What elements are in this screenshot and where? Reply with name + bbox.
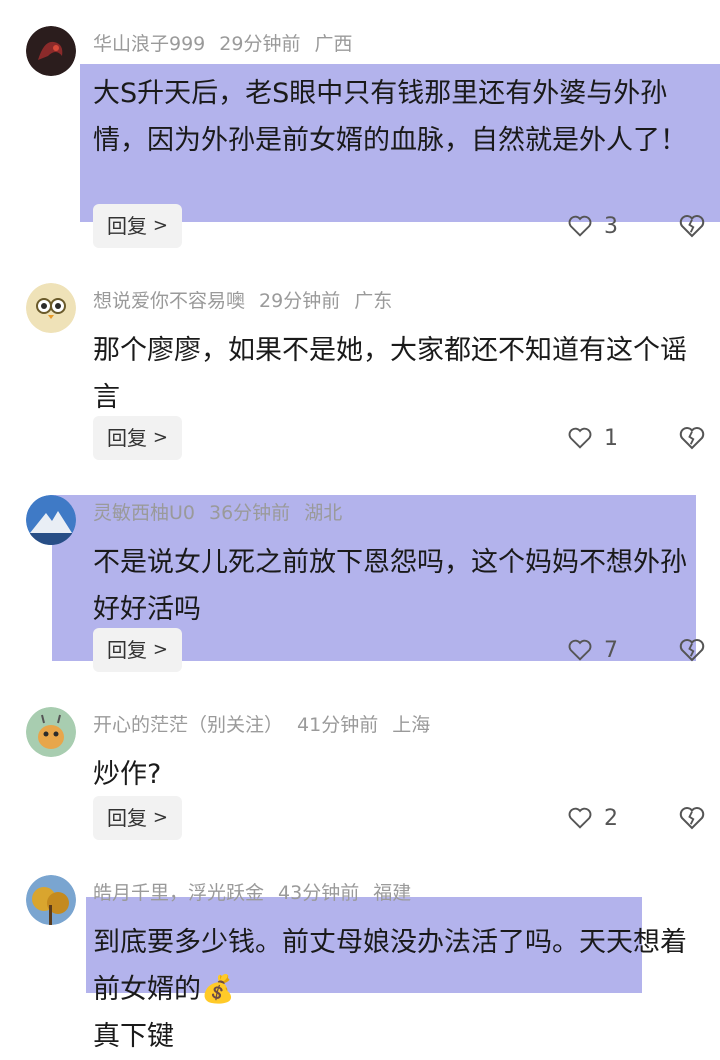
like-count: 2 bbox=[604, 805, 618, 831]
broken-heart-icon bbox=[679, 639, 705, 662]
timestamp: 29分钟前 bbox=[219, 33, 301, 55]
location: 湖北 bbox=[304, 502, 343, 524]
username[interactable]: 华山浪子999 bbox=[93, 33, 205, 55]
like-button[interactable]: 2 bbox=[566, 796, 618, 840]
dislike-button[interactable] bbox=[677, 423, 707, 453]
heart-icon bbox=[568, 807, 592, 829]
timestamp: 36分钟前 bbox=[209, 502, 291, 524]
comment-text: 大S升天后，老S眼中只有钱那里还有外婆与外孙情，因为外孙是前女婿的血脉，自然就是… bbox=[93, 78, 687, 156]
chevron-right-icon: > bbox=[152, 215, 168, 236]
broken-heart-icon bbox=[679, 807, 705, 830]
comment-text: 炒作? bbox=[93, 759, 162, 790]
avatar[interactable] bbox=[26, 707, 76, 757]
reply-button[interactable]: 回复 > bbox=[93, 416, 182, 460]
like-count: 3 bbox=[604, 213, 618, 239]
comment-line: 真下键 bbox=[93, 1021, 174, 1052]
like-count: 1 bbox=[604, 425, 618, 451]
reply-label: 回复 bbox=[107, 426, 147, 450]
timestamp: 41分钟前 bbox=[297, 714, 379, 736]
like-button[interactable]: 3 bbox=[566, 204, 618, 248]
comment-meta: 华山浪子999 29分钟前 广西 bbox=[93, 30, 366, 58]
location: 广东 bbox=[354, 290, 393, 312]
like-button[interactable]: 1 bbox=[566, 416, 618, 460]
reply-button[interactable]: 回复 > bbox=[93, 204, 182, 248]
comment-meta: 想说爱你不容易噢 29分钟前 广东 bbox=[93, 287, 406, 315]
dislike-button[interactable] bbox=[677, 635, 707, 665]
comment-text: 那个廖廖，如果不是她，大家都还不知道有这个谣言 bbox=[93, 335, 687, 413]
username[interactable]: 想说爱你不容易噢 bbox=[93, 290, 245, 312]
comment-text: 到底要多少钱。前丈母娘没办法活了吗。天天想着前女婿的💰 真下键 bbox=[93, 919, 706, 1060]
comment-text: 不是说女儿死之前放下恩怨吗，这个妈妈不想外孙好好活吗 bbox=[93, 547, 687, 625]
location: 上海 bbox=[392, 714, 431, 736]
heart-icon bbox=[568, 215, 592, 237]
comment-meta: 开心的茫茫（别关注） 41分钟前 上海 bbox=[93, 711, 444, 739]
avatar[interactable] bbox=[26, 875, 76, 925]
timestamp: 43分钟前 bbox=[278, 882, 360, 904]
chevron-right-icon: > bbox=[152, 427, 168, 448]
avatar[interactable] bbox=[26, 26, 76, 76]
avatar[interactable] bbox=[26, 283, 76, 333]
reply-label: 回复 bbox=[107, 638, 147, 662]
heart-icon bbox=[568, 427, 592, 449]
chevron-right-icon: > bbox=[152, 807, 168, 828]
location: 福建 bbox=[373, 882, 412, 904]
reply-button[interactable]: 回复 > bbox=[93, 628, 182, 672]
heart-icon bbox=[568, 639, 592, 661]
chevron-right-icon: > bbox=[152, 639, 168, 660]
location: 广西 bbox=[314, 33, 353, 55]
reply-button[interactable]: 回复 > bbox=[93, 796, 182, 840]
comment-meta: 皓月千里，浮光跃金 43分钟前 福建 bbox=[93, 879, 425, 907]
username[interactable]: 灵敏西柚U0 bbox=[93, 502, 195, 524]
dislike-button[interactable] bbox=[677, 211, 707, 241]
like-button[interactable]: 7 bbox=[566, 628, 618, 672]
comment-line: 到底要多少钱。前丈母娘没办法活了吗。天天想着前女婿的💰 bbox=[93, 927, 687, 1005]
reply-label: 回复 bbox=[107, 806, 147, 830]
dislike-button[interactable] bbox=[677, 803, 707, 833]
reply-label: 回复 bbox=[107, 214, 147, 238]
avatar[interactable] bbox=[26, 495, 76, 545]
broken-heart-icon bbox=[679, 427, 705, 450]
username[interactable]: 皓月千里，浮光跃金 bbox=[93, 882, 264, 904]
comment-meta: 灵敏西柚U0 36分钟前 湖北 bbox=[93, 499, 356, 527]
username[interactable]: 开心的茫茫（别关注） bbox=[93, 714, 283, 736]
timestamp: 29分钟前 bbox=[259, 290, 341, 312]
like-count: 7 bbox=[604, 637, 618, 663]
broken-heart-icon bbox=[679, 215, 705, 238]
